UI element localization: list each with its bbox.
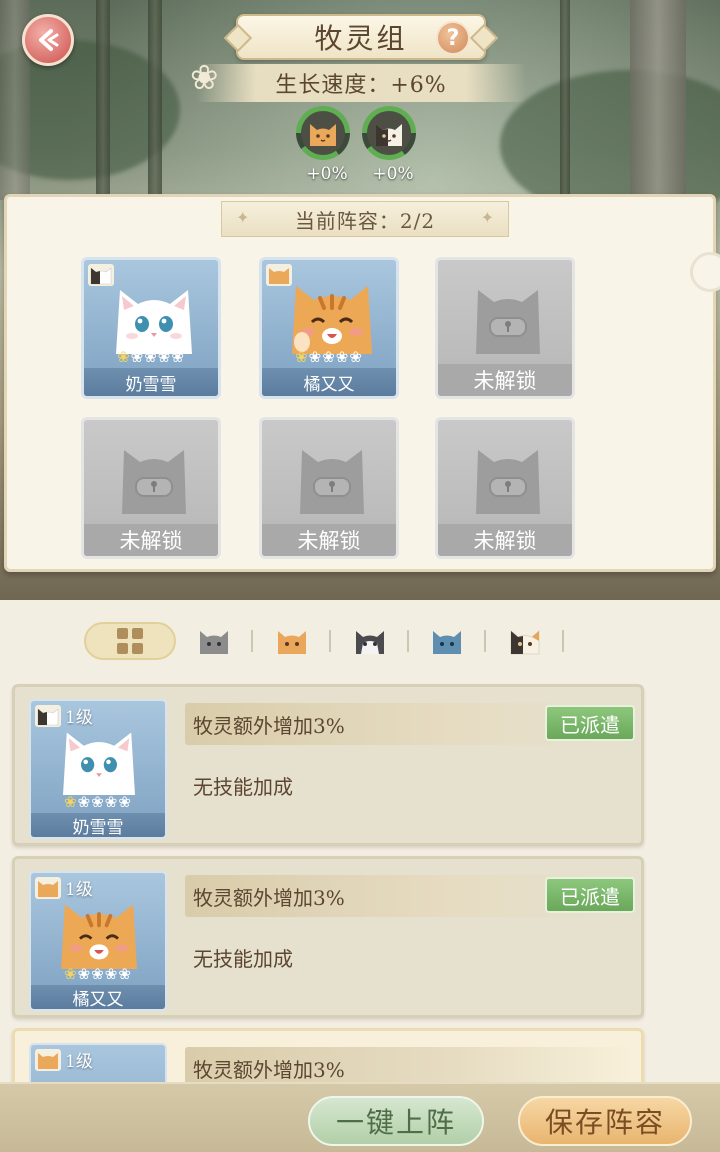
lineup-count: 当前阵容：2/2: [294, 208, 436, 233]
back-arrow-icon: [39, 29, 59, 51]
help-button[interactable]: ?: [436, 21, 470, 55]
skill-description: 牧灵额外增加3%: [193, 713, 345, 738]
current-lineup-panel: 当前阵容：2/2 ❀❀❀❀❀ 奶雪雪: [4, 194, 716, 572]
type-bonus-ring-orange[interactable]: [296, 106, 350, 160]
cat-card[interactable]: 1级 ❀❀❀❀❀ 奶雪雪 牧灵额外增加3% 已派遣 无技能加成: [12, 684, 644, 846]
star-rating: ❀❀❀❀❀: [295, 348, 363, 366]
deployed-badge[interactable]: 已派遣: [545, 705, 635, 741]
deployed-badge[interactable]: 已派遣: [545, 877, 635, 913]
lineup-slot-locked[interactable]: 未解锁: [81, 417, 221, 559]
growth-speed-plate: 生长速度：+6%: [196, 64, 526, 102]
page-title: 牧灵组: [314, 22, 408, 55]
filter-tab-tuxedo-cat[interactable]: [331, 622, 409, 660]
filter-bar: [84, 622, 564, 660]
locked-cat-silhouette-icon: [300, 450, 364, 514]
growth-speed-text: 生长速度：+6%: [275, 73, 447, 98]
filter-tab-gray-cat[interactable]: [176, 622, 254, 660]
locked-cat-silhouette-icon: [122, 450, 186, 514]
locked-cat-silhouette-icon: [476, 290, 540, 354]
calico-cat-face-icon: [376, 124, 402, 146]
back-button[interactable]: [22, 14, 74, 66]
blue-cat-icon: [433, 631, 462, 654]
calico-cat-icon: [510, 630, 540, 655]
bottom-action-bar: 一键上阵 保存阵容: [0, 1082, 720, 1152]
locked-label: 未解锁: [438, 364, 572, 396]
cat-name: 奶雪雪: [31, 813, 165, 837]
filter-all-tab[interactable]: [84, 622, 176, 660]
type-bonus-ring-calico[interactable]: [362, 106, 416, 160]
auto-deploy-button[interactable]: 一键上阵: [308, 1096, 484, 1146]
stone-pillar: [630, 0, 686, 200]
star-rating: ❀❀❀❀❀: [117, 348, 185, 366]
tree-trunk: [96, 0, 110, 220]
locked-label: 未解锁: [84, 524, 218, 556]
gray-cat-icon: [200, 631, 229, 654]
type-bonus-value: +0%: [306, 164, 348, 184]
cat-name: 橘又又: [31, 985, 165, 1009]
level-tag: 1级: [35, 1047, 93, 1072]
cat-card[interactable]: 1级 ❀❀❀❀❀ 橘又又 牧灵额外增加3% 已派遣 无技能加成: [12, 856, 644, 1018]
lineup-slot-locked[interactable]: 未解锁: [259, 417, 399, 559]
locked-cat-silhouette-icon: [476, 450, 540, 514]
lineup-slot-locked[interactable]: 未解锁: [435, 417, 575, 559]
skill-description: 牧灵额外增加3%: [193, 885, 345, 910]
lineup-slot-2[interactable]: ❀❀❀❀❀ 橘又又: [259, 257, 399, 399]
lineup-slot-locked[interactable]: 未解锁: [435, 257, 575, 399]
lineup-slot-1[interactable]: ❀❀❀❀❀ 奶雪雪: [81, 257, 221, 399]
filter-tab-orange-cat[interactable]: [253, 622, 331, 660]
tree-trunk: [148, 0, 162, 220]
white-cat-portrait: [116, 290, 192, 354]
skill-bonus-text: 无技能加成: [193, 947, 293, 971]
filter-tab-calico-cat[interactable]: [486, 622, 564, 660]
filter-tab-blue-cat[interactable]: [409, 622, 487, 660]
cat-portrait: 1级 ❀❀❀❀❀ 奶雪雪: [29, 699, 167, 839]
skill-description: 牧灵额外增加3%: [193, 1057, 345, 1082]
orange-cat-portrait: [61, 904, 137, 969]
orange-cat-face-icon: [310, 124, 336, 146]
tuxedo-cat-icon: [355, 631, 384, 654]
grid-icon: [116, 628, 143, 654]
tree-trunk: [560, 0, 570, 220]
lineup-header: 当前阵容：2/2: [221, 201, 509, 237]
star-rating: ❀❀❀❀❀: [64, 965, 132, 983]
skill-bonus-text: 无技能加成: [193, 775, 293, 799]
level-text: 1级: [65, 1052, 93, 1072]
orange-cat-tag-icon: [35, 1048, 61, 1071]
save-lineup-button[interactable]: 保存阵容: [518, 1096, 692, 1146]
white-cat-portrait: [63, 732, 135, 795]
type-bonus-value: +0%: [372, 164, 414, 184]
cat-portrait: 1级 ❀❀❀❀❀ 橘又又: [29, 871, 167, 1011]
locked-label: 未解锁: [438, 524, 572, 556]
locked-label: 未解锁: [262, 524, 396, 556]
orange-cat-icon: [278, 631, 307, 654]
star-rating: ❀❀❀❀❀: [64, 793, 132, 811]
cat-name: 奶雪雪: [84, 368, 218, 396]
question-mark-icon: ?: [446, 25, 460, 51]
orange-cat-portrait: [292, 286, 372, 354]
cat-name: 橘又又: [262, 368, 396, 396]
